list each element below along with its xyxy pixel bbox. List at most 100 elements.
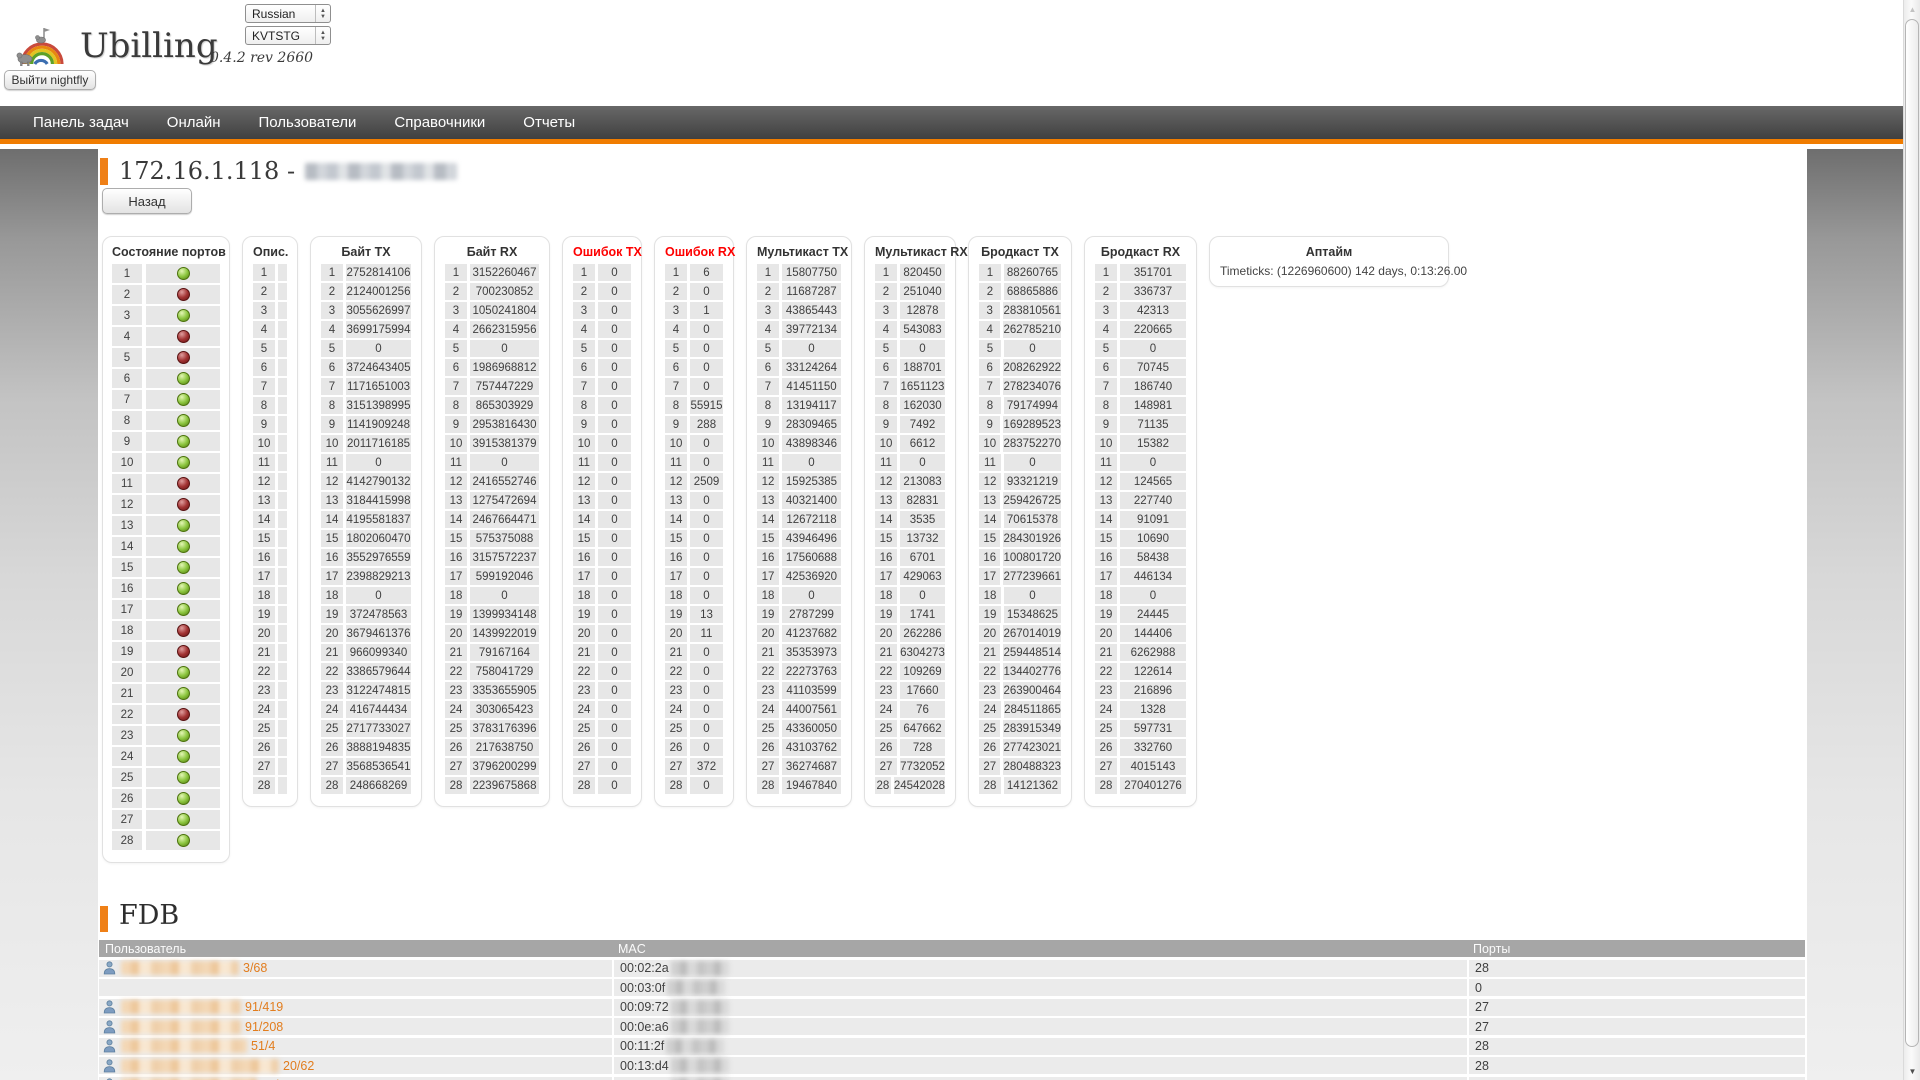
- counter-port-number: 8: [979, 397, 1001, 414]
- counter-value: 700230852: [470, 283, 539, 300]
- counter-value: 0: [598, 302, 631, 319]
- language-select[interactable]: Russian ▲▼: [245, 4, 331, 23]
- port-number: 22: [112, 705, 142, 724]
- counter-row: 110: [665, 454, 723, 471]
- counter-port-number: 1: [665, 264, 687, 281]
- port-number: 5: [112, 348, 142, 367]
- counter-value: 284511865: [1004, 701, 1061, 718]
- back-button[interactable]: Назад: [102, 188, 192, 214]
- counter-value: 11: [690, 625, 723, 642]
- logout-button[interactable]: Выйти nightfly: [4, 70, 96, 90]
- counter-row: 16: [665, 264, 723, 281]
- counter-row: 21259448514: [979, 644, 1061, 661]
- counter-port-number: 25: [573, 720, 595, 737]
- counter-row: 4220665: [1095, 321, 1186, 338]
- scrollbar-up-icon[interactable]: ▲: [1904, 1, 1920, 17]
- user-icon: [103, 1020, 116, 1034]
- fdb-ports-cell: 27: [1467, 1018, 1805, 1035]
- counter-port-number: 5: [1095, 340, 1117, 357]
- fdb-user-name-fragment: 20/62: [283, 1059, 314, 1073]
- led-red-icon: [177, 330, 190, 343]
- fdb-user-name-fragment: 91/419: [245, 1000, 283, 1014]
- counter-row: 25597731: [1095, 720, 1186, 737]
- description-value: [278, 454, 287, 471]
- counter-value: 208262922: [1003, 359, 1061, 376]
- counter-port-number: 11: [1095, 454, 1117, 471]
- fdb-user-name-fragment: 91/208: [245, 1020, 283, 1034]
- counter-row: 160: [573, 549, 631, 566]
- counter-value: 0: [1120, 454, 1186, 471]
- counter-value: 277239661: [1003, 568, 1061, 585]
- counter-value: 35353973: [782, 644, 841, 661]
- port-status-row: 17: [112, 600, 220, 619]
- nav-item[interactable]: Справочники: [394, 114, 485, 131]
- counter-row: 63724643405: [321, 359, 411, 376]
- nav-item[interactable]: Отчеты: [523, 114, 575, 131]
- counter-row: 90: [573, 416, 631, 433]
- counter-value: 10690: [1120, 530, 1186, 547]
- spinner-arrows-icon[interactable]: ▲▼: [315, 27, 328, 44]
- counter-port-number: 12: [573, 473, 595, 490]
- fdb-user-link[interactable]: 51/4: [121, 1039, 275, 1053]
- counter-value: 2662315956: [470, 321, 539, 338]
- counter-value: 332760: [1120, 739, 1186, 756]
- counter-port-number: 8: [757, 397, 779, 414]
- fdb-user-link[interactable]: 91/419: [121, 1000, 283, 1014]
- nav-item[interactable]: Пользователи: [259, 114, 357, 131]
- description-value: [278, 340, 287, 357]
- counter-value: 0: [470, 454, 539, 471]
- counter-row: 4543083: [875, 321, 945, 338]
- port-status-title: Состояние портов: [112, 242, 220, 264]
- counter-row: 9288: [665, 416, 723, 433]
- counter-row: 143535: [875, 511, 945, 528]
- counter-row: 2317660: [875, 682, 945, 699]
- counter-value: 76: [900, 701, 945, 718]
- counter-row: 50: [757, 340, 841, 357]
- description-value: [278, 397, 287, 414]
- counter-row: 130: [573, 492, 631, 509]
- scrollbar-down-icon[interactable]: ▼: [1904, 1063, 1920, 1079]
- description-row: 28: [253, 777, 287, 794]
- counter-port-number: 17: [665, 568, 687, 585]
- fdb-table: Пользователь MAC Порты 3/6800:02:2a2800:…: [99, 940, 1805, 1080]
- counter-value: 2239675868: [470, 777, 539, 794]
- scrollbar-thumb[interactable]: [1905, 19, 1919, 1047]
- counter-value: 1802060470: [346, 530, 411, 547]
- counter-value: 351701: [1120, 264, 1186, 281]
- counter-port-number: 10: [979, 435, 1000, 452]
- led-red-icon: [177, 351, 190, 364]
- port-number: 25: [112, 768, 142, 787]
- counter-value: 3386579644: [346, 663, 411, 680]
- nav-item[interactable]: Панель задач: [33, 114, 129, 131]
- fdb-user-link[interactable]: 3/68: [121, 961, 267, 975]
- counter-row: 282239675868: [445, 777, 539, 794]
- counter-port-number: 7: [445, 378, 467, 395]
- port-number: 16: [112, 579, 142, 598]
- counter-port-number: 27: [445, 758, 467, 775]
- led-green-icon: [177, 771, 190, 784]
- fdb-user-name-fragment: 51/4: [251, 1039, 275, 1053]
- led-green-icon: [177, 813, 190, 826]
- spinner-arrows-icon[interactable]: ▲▼: [315, 5, 328, 22]
- counter-value: 12672118: [782, 511, 841, 528]
- scrollbar[interactable]: ▲ ▼: [1903, 0, 1920, 1080]
- counter-value: 1328: [1120, 701, 1186, 718]
- counter-port-number: 7: [665, 378, 687, 395]
- nav-item[interactable]: Онлайн: [167, 114, 221, 131]
- fdb-user-link[interactable]: 20/62: [121, 1059, 314, 1073]
- counter-value: 0: [690, 378, 723, 395]
- fdb-mac-prefix: 00:13:d4: [620, 1059, 669, 1073]
- description-value: [278, 549, 287, 566]
- port-number: 19: [112, 642, 142, 661]
- server-select[interactable]: KVTSTG ▲▼: [245, 26, 331, 45]
- counter-port-number: 1: [445, 264, 467, 281]
- counter-value: 1986968812: [470, 359, 539, 376]
- counter-value: 11687287: [782, 283, 841, 300]
- port-led-cell: [146, 642, 220, 661]
- counter-row: 191399934148: [445, 606, 539, 623]
- port-number: 11: [253, 454, 275, 471]
- fdb-user-link[interactable]: 91/208: [121, 1020, 283, 1034]
- counter-panel: Байт TX127528141062212400125633055626997…: [310, 236, 422, 807]
- counter-row: 23263900464: [979, 682, 1061, 699]
- stats-panels: Состояние портов 12345678910111213141516…: [102, 236, 1449, 863]
